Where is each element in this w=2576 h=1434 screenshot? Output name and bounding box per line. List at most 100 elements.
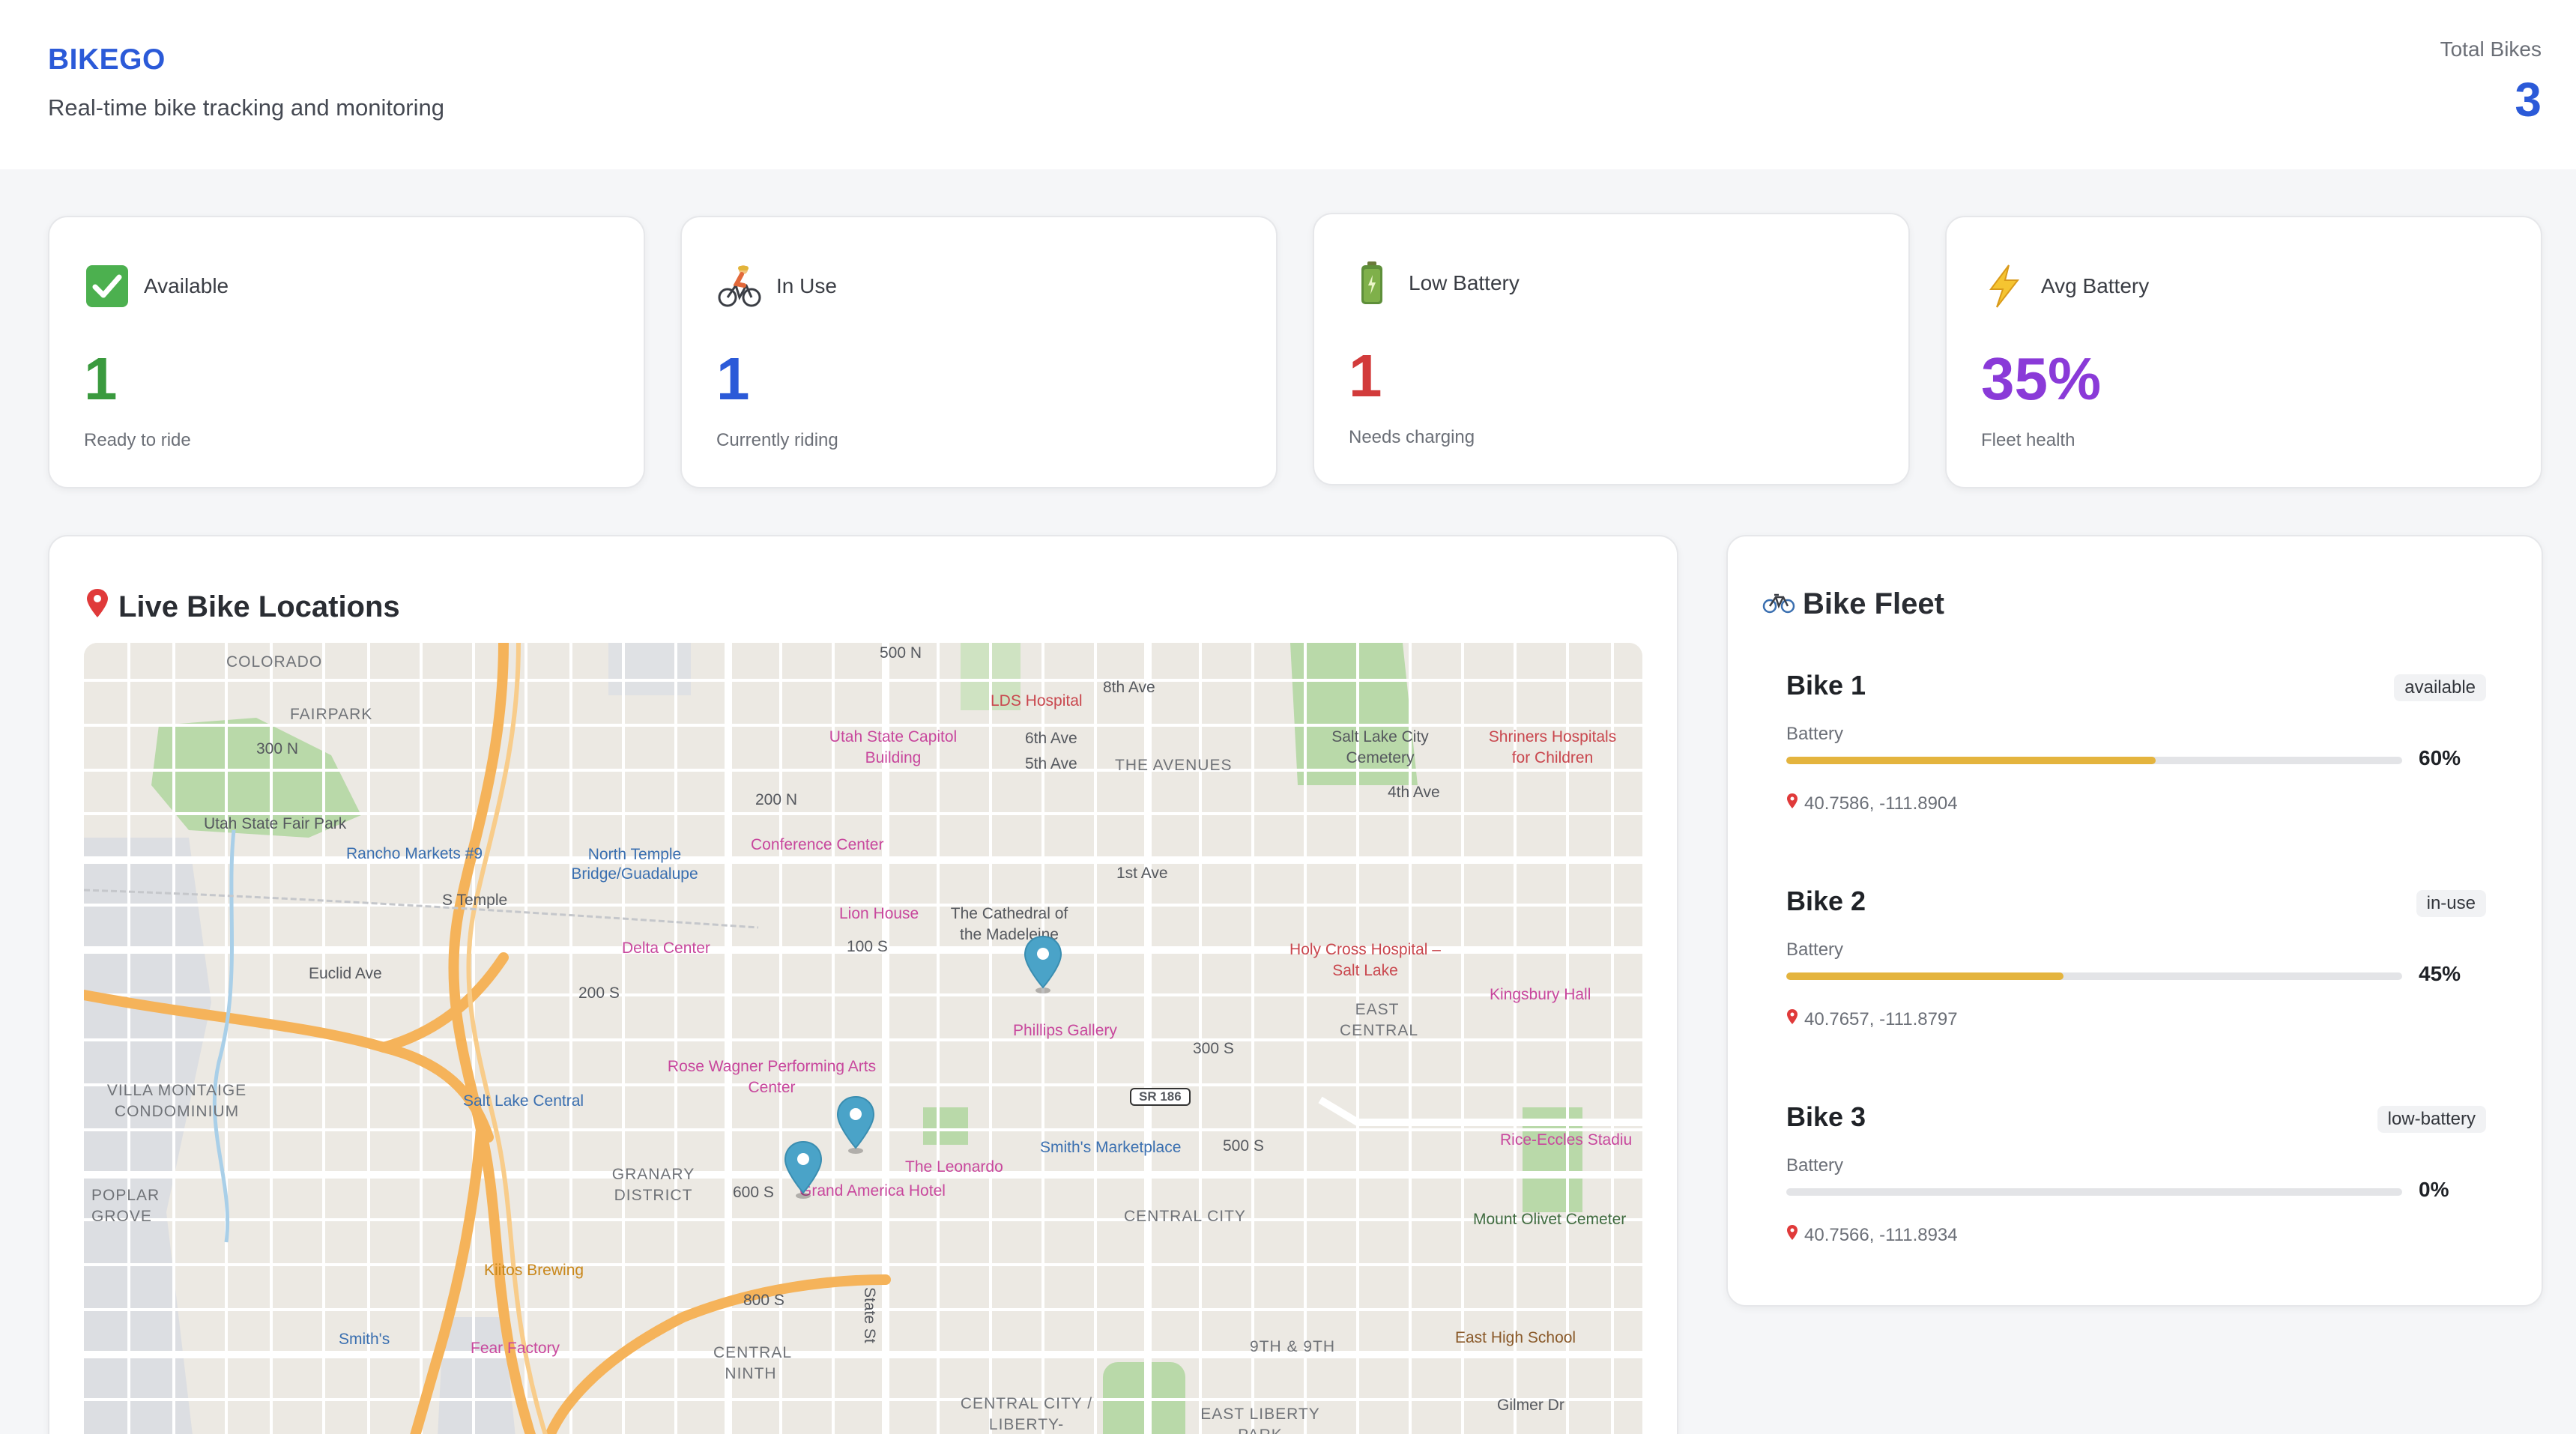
stat-card-available: Available 1 Ready to ride	[48, 216, 645, 488]
stat-label: Available	[144, 274, 229, 297]
battery-label: Battery	[1786, 940, 1844, 960]
bike-name: Bike 3	[1786, 1101, 1866, 1132]
battery-bar-fill	[1786, 757, 2156, 764]
stat-card-low-battery: Low Battery 1 Needs charging	[1313, 213, 1910, 485]
stat-value: 1	[84, 345, 118, 412]
battery-icon	[1349, 260, 1395, 306]
map-label: 200 N	[755, 791, 798, 808]
bike-card[interactable]: Bike 2 in-use Battery 45% 40.7657, -111.…	[1786, 886, 2486, 1065]
map-label: State St	[861, 1287, 878, 1343]
map-label: 1st Ave	[1116, 865, 1168, 882]
app-header: BIKEGO Real-time bike tracking and monit…	[0, 0, 2576, 169]
battery-bar	[1786, 972, 2402, 980]
bike-name: Bike 2	[1786, 886, 1866, 916]
map-label: The Leonardo	[905, 1158, 1003, 1176]
stat-value: 1	[1349, 342, 1382, 409]
map-label: S Temple	[442, 892, 508, 909]
map-label: Shriners Hospitals for Children	[1488, 728, 1617, 766]
bike-card[interactable]: Bike 1 available Battery 60% 40.7586, -1…	[1786, 670, 2486, 850]
lightning-icon	[1981, 263, 2028, 309]
map-label: Rice-Eccles Stadiu	[1500, 1131, 1633, 1149]
live-map[interactable]: COLORADO FAIRPARK Utah State Fair Park R…	[84, 643, 1642, 1434]
stat-subtitle: Needs charging	[1349, 427, 1475, 447]
map-label: 500 S	[1223, 1137, 1264, 1155]
map-label: Utah State Capitol Building	[829, 728, 958, 766]
check-mark-icon	[84, 263, 130, 309]
stat-subtitle: Fleet health	[1981, 430, 2075, 450]
cyclist-icon	[716, 263, 763, 309]
battery-percent: 0%	[2419, 1178, 2449, 1201]
map-label: Gilmer Dr	[1497, 1397, 1564, 1414]
stat-value: 1	[716, 345, 750, 412]
map-label: 300 N	[256, 740, 299, 757]
pin-icon	[1786, 793, 1798, 814]
map-label: North Temple Bridge/Guadalupe	[571, 846, 698, 883]
stat-label: Low Battery	[1409, 271, 1520, 294]
stat-subtitle: Currently riding	[716, 430, 838, 450]
map-label: Euclid Ave	[309, 965, 382, 982]
status-badge: available	[2394, 674, 2486, 701]
brand-logo[interactable]: BIKEGO	[48, 43, 166, 76]
stat-subtitle: Ready to ride	[84, 430, 191, 450]
map-label: EAST CENTRAL	[1340, 1001, 1419, 1039]
battery-percent: 45%	[2419, 962, 2461, 985]
battery-bar	[1786, 1188, 2402, 1196]
bike-coordinates: 40.7657, -111.8797	[1786, 1008, 1958, 1030]
live-locations-panel: Live Bike Locations COLORADO FAIRPARK Ut…	[48, 535, 1678, 1434]
bike-coordinates: 40.7586, -111.8904	[1786, 793, 1958, 814]
map-label: 4th Ave	[1388, 784, 1440, 801]
map-label: Salt Lake City Cemetery	[1331, 728, 1429, 766]
map-label: Delta Center	[622, 940, 710, 957]
map-label: 500 N	[880, 644, 922, 662]
total-bikes-label: Total Bikes	[2440, 37, 2542, 61]
map-label: Lion House	[839, 905, 919, 922]
map-label: Holy Cross Hospital – Salt Lake	[1289, 941, 1441, 979]
bike-marker-pin-icon[interactable]	[1022, 935, 1064, 995]
stat-label: Avg Battery	[2041, 274, 2150, 297]
status-badge: low-battery	[2377, 1106, 2486, 1133]
map-label: 200 S	[578, 984, 620, 1002]
map-label: CENTRAL NINTH	[713, 1344, 793, 1382]
battery-percent: 60%	[2419, 746, 2461, 769]
map-label: Mount Olivet Cemeter	[1473, 1211, 1627, 1228]
tagline: Real-time bike tracking and monitoring	[48, 94, 444, 121]
bicycle-icon	[1762, 587, 1795, 621]
status-badge: in-use	[2416, 890, 2486, 917]
map-label: LDS Hospital	[991, 692, 1083, 710]
map-label: 100 S	[847, 938, 888, 955]
map-label: Smith's Marketplace	[1040, 1139, 1182, 1156]
map-label: CENTRAL CITY / LIBERTY-	[960, 1395, 1093, 1433]
map-label: GRANARY DISTRICT	[611, 1166, 695, 1204]
total-bikes-value: 3	[2515, 73, 2542, 127]
route-shield: SR 186	[1130, 1088, 1191, 1106]
map-label: VILLA MONTAIGE CONDOMINIUM	[106, 1082, 247, 1120]
pin-icon	[1786, 1224, 1798, 1246]
map-label: FAIRPARK	[290, 706, 373, 723]
map-panel-title: Live Bike Locations	[84, 587, 400, 626]
map-label: Conference Center	[751, 836, 884, 853]
stat-card-avg-battery: Avg Battery 35% Fleet health	[1945, 216, 2542, 488]
battery-bar	[1786, 757, 2402, 764]
bike-fleet-panel: Bike Fleet Bike 1 available Battery 60% …	[1726, 535, 2543, 1307]
map-label: 300 S	[1193, 1040, 1234, 1057]
map-label: 6th Ave	[1025, 730, 1077, 747]
map-label: 8th Ave	[1103, 679, 1155, 696]
fleet-panel-title: Bike Fleet	[1762, 587, 1944, 621]
map-label: East High School	[1455, 1329, 1576, 1346]
pin-icon	[84, 587, 111, 626]
map-label: Phillips Gallery	[1013, 1022, 1117, 1039]
battery-label: Battery	[1786, 1155, 1844, 1176]
bike-marker-pin-icon[interactable]	[835, 1095, 877, 1155]
bike-marker-pin-icon[interactable]	[782, 1140, 824, 1200]
bike-name: Bike 1	[1786, 670, 1866, 701]
bike-card[interactable]: Bike 3 low-battery Battery 0% 40.7566, -…	[1786, 1101, 2486, 1281]
map-label: POPLAR GROVE	[91, 1187, 160, 1225]
bike-coordinates: 40.7566, -111.8934	[1786, 1224, 1958, 1246]
map-label: Kiitos Brewing	[484, 1262, 584, 1279]
map-label: Rancho Markets #9	[346, 845, 483, 862]
map-label: EAST LIBERTY PARK	[1200, 1406, 1320, 1434]
map-label: 9TH & 9TH	[1250, 1338, 1336, 1355]
stat-card-in-use: In Use 1 Currently riding	[680, 216, 1278, 488]
map-label: Salt Lake Central	[463, 1092, 584, 1110]
map-label: Fear Factory	[471, 1340, 560, 1357]
